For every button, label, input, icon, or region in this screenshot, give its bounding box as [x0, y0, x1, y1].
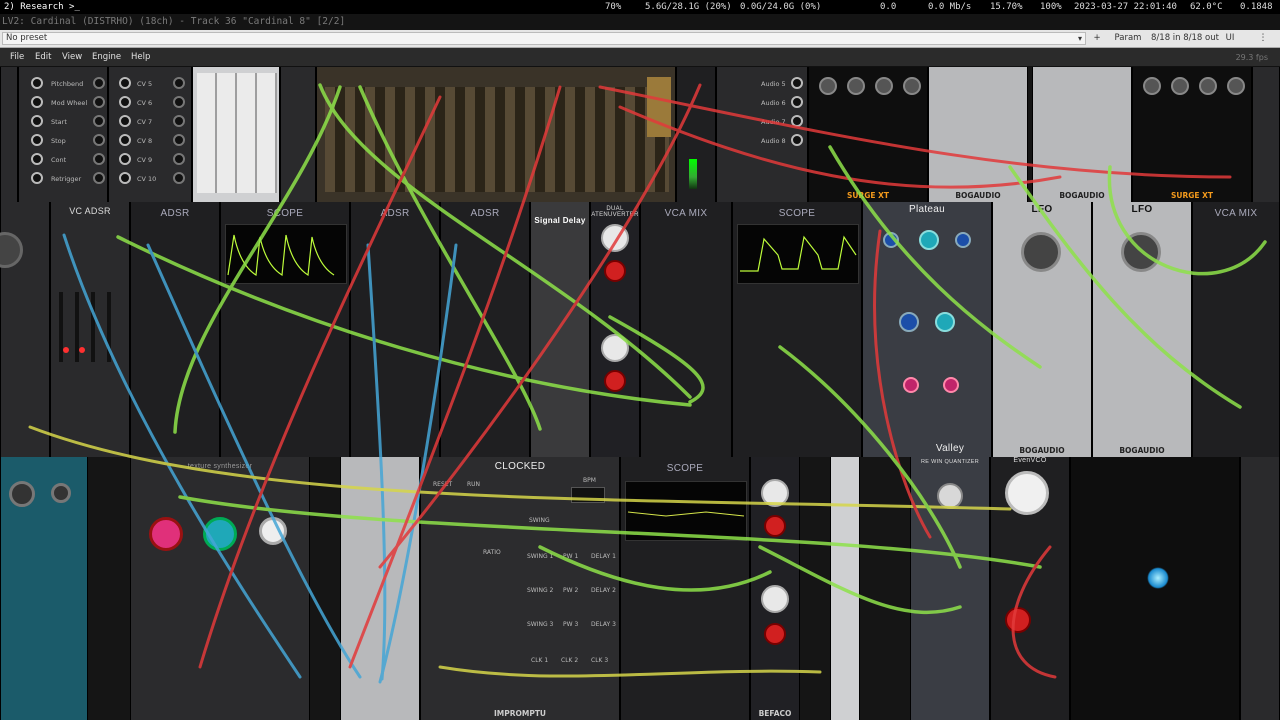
cable[interactable]	[438, 665, 822, 678]
temperature: 62.0°C	[1190, 2, 1223, 12]
preset-select[interactable]: No preset ▾	[2, 32, 1086, 45]
load-average: 0.1848	[1240, 2, 1273, 12]
plugin-host-bar: No preset ▾ + Param 8/18 in 8/18 out UI …	[0, 30, 1280, 48]
swap-indicator: 0.0G/24.0G (0%)	[740, 2, 822, 12]
preset-value: No preset	[6, 33, 48, 43]
cable[interactable]	[146, 243, 362, 679]
battery-indicator: 100%	[1040, 2, 1062, 12]
workspace-label[interactable]: 2) Research >_	[4, 0, 80, 14]
system-status-bar: 2) Research >_ 70% 5.6G/28.1G (20%) 0.0G…	[0, 0, 1280, 14]
cpu-indicator: 15.70%	[990, 2, 1023, 12]
menu-help[interactable]: Help	[129, 48, 152, 67]
cable[interactable]	[28, 425, 1012, 511]
cable[interactable]	[608, 315, 705, 404]
param-button[interactable]: Param	[1110, 32, 1146, 45]
cable[interactable]	[348, 85, 562, 669]
memory-indicator: 5.6G/28.1G (20%)	[645, 2, 732, 12]
cable[interactable]	[1008, 165, 1242, 409]
cable[interactable]	[538, 545, 772, 592]
module-rack[interactable]: Pitchbend Mod Wheel Start Stop Cont Retr…	[0, 67, 1280, 720]
cable[interactable]	[778, 345, 962, 569]
menu-engine[interactable]: Engine	[90, 48, 123, 67]
cable[interactable]	[873, 229, 932, 539]
clock: 2023-03-27 22:01:40	[1074, 2, 1177, 12]
cable[interactable]	[378, 243, 458, 684]
menu-view[interactable]: View	[60, 48, 84, 67]
fps-counter: 29.3 fps	[1235, 53, 1268, 62]
menu-bar: File Edit View Engine Help 29.3 fps	[0, 48, 1280, 67]
net-traffic: 0.0	[880, 2, 897, 12]
cable[interactable]	[1107, 165, 1267, 276]
window-title: LV2: Cardinal (DISTRHO) (18ch) - Track 3…	[0, 14, 1280, 30]
ui-button[interactable]: UI	[1222, 32, 1238, 45]
cable[interactable]	[758, 545, 962, 615]
net-rate: 0.0 Mb/s	[928, 2, 972, 12]
add-button[interactable]: +	[1090, 32, 1104, 45]
volume-indicator: 70%	[605, 2, 622, 12]
cable[interactable]	[378, 83, 702, 569]
patch-cables[interactable]	[0, 67, 1280, 720]
menu-edit[interactable]: Edit	[33, 48, 53, 67]
menu-file[interactable]: File	[8, 48, 26, 67]
io-button[interactable]: 8/18 in 8/18 out	[1150, 32, 1220, 45]
more-icon[interactable]: ⋮	[1256, 32, 1270, 45]
chevron-down-icon: ▾	[1077, 34, 1082, 43]
cable[interactable]	[173, 85, 342, 434]
cable[interactable]	[1011, 545, 1057, 679]
